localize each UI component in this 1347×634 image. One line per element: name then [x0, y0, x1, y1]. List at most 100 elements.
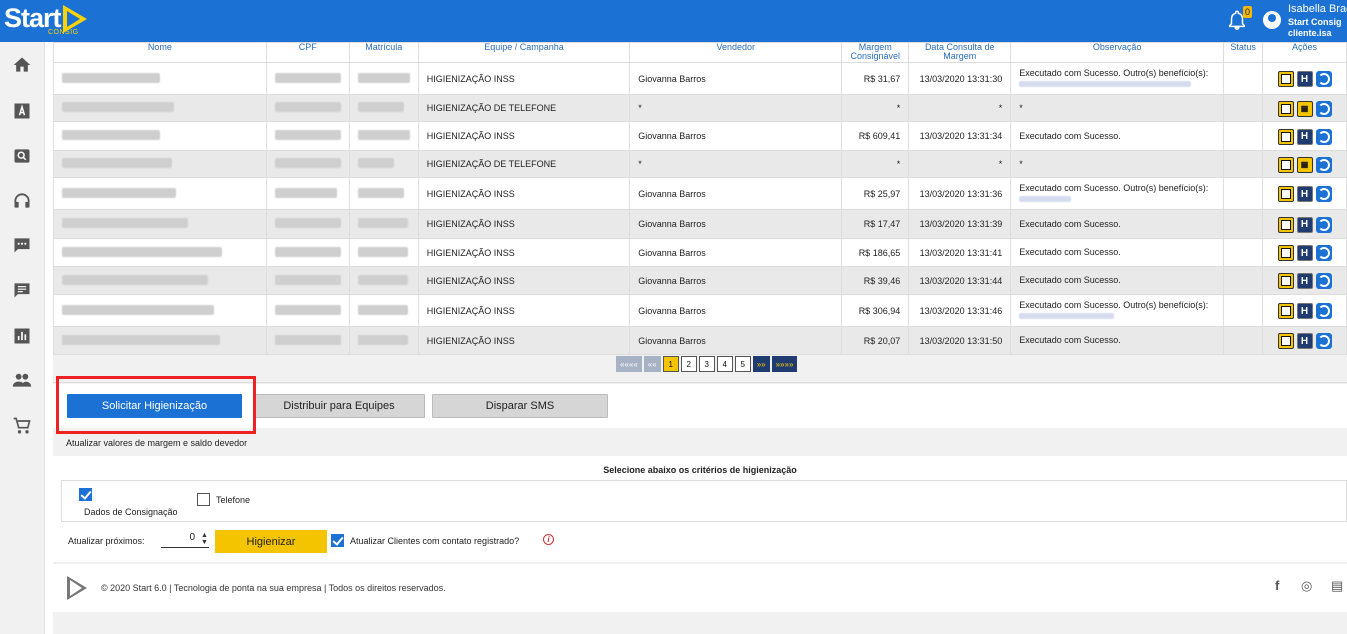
page-5-button[interactable]: 5	[734, 356, 751, 372]
table-row[interactable]: HIGIENIZAÇÃO INSS Giovanna Barros R$ 609,4…	[53, 121, 1347, 151]
redacted-name	[62, 72, 160, 83]
telefone-label: Telefone	[216, 495, 251, 505]
redacted-cpf	[274, 187, 337, 198]
edit-icon[interactable]	[1277, 273, 1294, 289]
table-row[interactable]: HIGIENIZAÇÃO INSS Giovanna Barros R$ 306,9…	[53, 294, 1347, 327]
news-icon[interactable]: ▤	[1331, 578, 1343, 594]
contato-registrado-checkbox[interactable]	[331, 534, 344, 547]
history-icon[interactable]: H	[1296, 128, 1313, 145]
col-margem[interactable]: Margem Consignável	[841, 42, 910, 63]
edit-icon[interactable]	[1277, 128, 1294, 145]
edit-icon[interactable]	[1277, 156, 1294, 173]
history-icon[interactable]: H	[1296, 333, 1313, 349]
message-icon[interactable]	[12, 280, 32, 300]
history-icon[interactable]: H	[1296, 216, 1313, 233]
redacted-beneficio	[1019, 80, 1192, 87]
user-name[interactable]: Isabella Braga	[1288, 3, 1347, 15]
distribuir-equipes-button[interactable]: Distribuir para Equipes	[253, 394, 425, 418]
refresh-icon[interactable]	[1315, 128, 1332, 145]
edit-icon[interactable]	[1277, 186, 1294, 202]
refresh-icon[interactable]	[1315, 156, 1332, 173]
disparar-sms-button[interactable]: Disparar SMS	[432, 394, 608, 418]
higienizar-button[interactable]: Higienizar	[215, 530, 327, 553]
refresh-icon[interactable]	[1315, 245, 1332, 261]
observacao-text: *	[1019, 102, 1023, 113]
refresh-icon[interactable]	[1315, 273, 1332, 289]
table-row[interactable]: HIGIENIZAÇÃO INSS Giovanna Barros R$ 25,97…	[53, 177, 1347, 210]
edit-icon[interactable]	[1277, 245, 1294, 261]
info-icon[interactable]: i	[543, 534, 554, 545]
chart-icon[interactable]	[12, 326, 32, 346]
user-avatar-icon[interactable]	[1263, 11, 1281, 29]
table-row[interactable]: HIGIENIZAÇÃO INSS Giovanna Barros R$ 20,07…	[53, 326, 1347, 355]
search-icon[interactable]	[12, 146, 32, 166]
dados-consignacao-checkbox[interactable]	[79, 488, 92, 501]
instagram-icon[interactable]: ◎	[1301, 578, 1312, 594]
page-1-button[interactable]: 1	[662, 356, 679, 372]
edit-icon[interactable]	[1277, 216, 1294, 233]
history-icon[interactable]: H	[1296, 245, 1313, 261]
font-icon[interactable]	[12, 101, 32, 121]
redacted-cpf	[274, 334, 341, 345]
col-equipe[interactable]: Equipe / Campanha	[417, 42, 631, 63]
page-2-button[interactable]: 2	[680, 356, 697, 372]
margem-cell: R$ 25,97	[841, 177, 910, 210]
col-observacao[interactable]: Observação	[1010, 42, 1225, 63]
calculator-icon[interactable]: ▦	[1296, 100, 1313, 117]
home-icon[interactable]	[12, 55, 32, 75]
table-row[interactable]: HIGIENIZAÇÃO INSS Giovanna Barros R$ 31,67…	[53, 62, 1347, 95]
table-row[interactable]: HIGIENIZAÇÃO DE TELEFONE * * * * ▦	[53, 94, 1347, 122]
people-icon[interactable]	[12, 370, 32, 390]
observacao-text: Executado com Sucesso. Outro(s) benefíci…	[1019, 67, 1209, 78]
page-3-button[interactable]: 3	[698, 356, 715, 372]
edit-icon[interactable]	[1277, 71, 1294, 87]
history-icon[interactable]: H	[1296, 303, 1313, 319]
col-matricula[interactable]: Matrícula	[348, 42, 419, 63]
edit-icon[interactable]	[1277, 333, 1294, 349]
col-cpf[interactable]: CPF	[265, 42, 350, 63]
refresh-icon[interactable]	[1315, 100, 1332, 117]
table-row[interactable]: HIGIENIZAÇÃO INSS Giovanna Barros R$ 39,46…	[53, 266, 1347, 295]
calculator-icon[interactable]: ▦	[1296, 156, 1313, 173]
refresh-icon[interactable]	[1315, 303, 1332, 319]
redacted-cpf	[274, 274, 341, 285]
stepper-arrows-icon[interactable]: ▲ ▼	[201, 532, 208, 546]
page-prev-button[interactable]: ««	[643, 356, 661, 372]
refresh-icon[interactable]	[1315, 216, 1332, 233]
refresh-icon[interactable]	[1315, 71, 1332, 87]
matricula-cell	[348, 150, 419, 178]
redacted-matricula	[357, 334, 408, 345]
telefone-checkbox[interactable]	[197, 493, 210, 506]
col-data-consulta[interactable]: Data Consulta de Margem	[908, 42, 1012, 63]
table-row[interactable]: HIGIENIZAÇÃO INSS Giovanna Barros R$ 186,6…	[53, 238, 1347, 267]
observacao-cell: Executado com Sucesso.	[1010, 238, 1225, 267]
table-row[interactable]: HIGIENIZAÇÃO INSS Giovanna Barros R$ 17,47…	[53, 209, 1347, 239]
refresh-icon[interactable]	[1315, 186, 1332, 202]
col-status[interactable]: Status	[1223, 42, 1264, 63]
logo[interactable]: Start CONSIG	[4, 2, 87, 40]
history-icon[interactable]: H	[1296, 273, 1313, 289]
history-icon[interactable]: H	[1296, 186, 1313, 202]
matricula-cell	[348, 238, 419, 267]
table-row[interactable]: HIGIENIZAÇÃO DE TELEFONE * * * * ▦	[53, 150, 1347, 178]
edit-icon[interactable]	[1277, 303, 1294, 319]
cart-icon[interactable]	[12, 416, 32, 436]
headset-icon[interactable]	[12, 191, 32, 211]
page-next-button[interactable]: »»	[752, 356, 770, 372]
user-login: cliente.isa	[1288, 28, 1332, 38]
history-icon[interactable]: H	[1296, 71, 1313, 87]
row-actions: ▦	[1271, 156, 1338, 173]
data-cell: *	[908, 94, 1012, 122]
col-vendedor[interactable]: Vendedor	[629, 42, 843, 63]
page-first-button[interactable]: ««««	[616, 356, 642, 372]
refresh-icon[interactable]	[1315, 333, 1332, 349]
chat-icon[interactable]	[12, 235, 32, 255]
page-4-button[interactable]: 4	[716, 356, 733, 372]
facebook-icon[interactable]: f	[1275, 578, 1279, 593]
edit-icon[interactable]	[1277, 100, 1294, 117]
redacted-beneficio	[1019, 195, 1072, 202]
page-last-button[interactable]: »»»»	[771, 356, 798, 372]
col-nome[interactable]: Nome	[53, 42, 267, 63]
data-cell: 13/03/2020 13:31:41	[908, 238, 1012, 267]
nome-cell	[53, 238, 267, 267]
